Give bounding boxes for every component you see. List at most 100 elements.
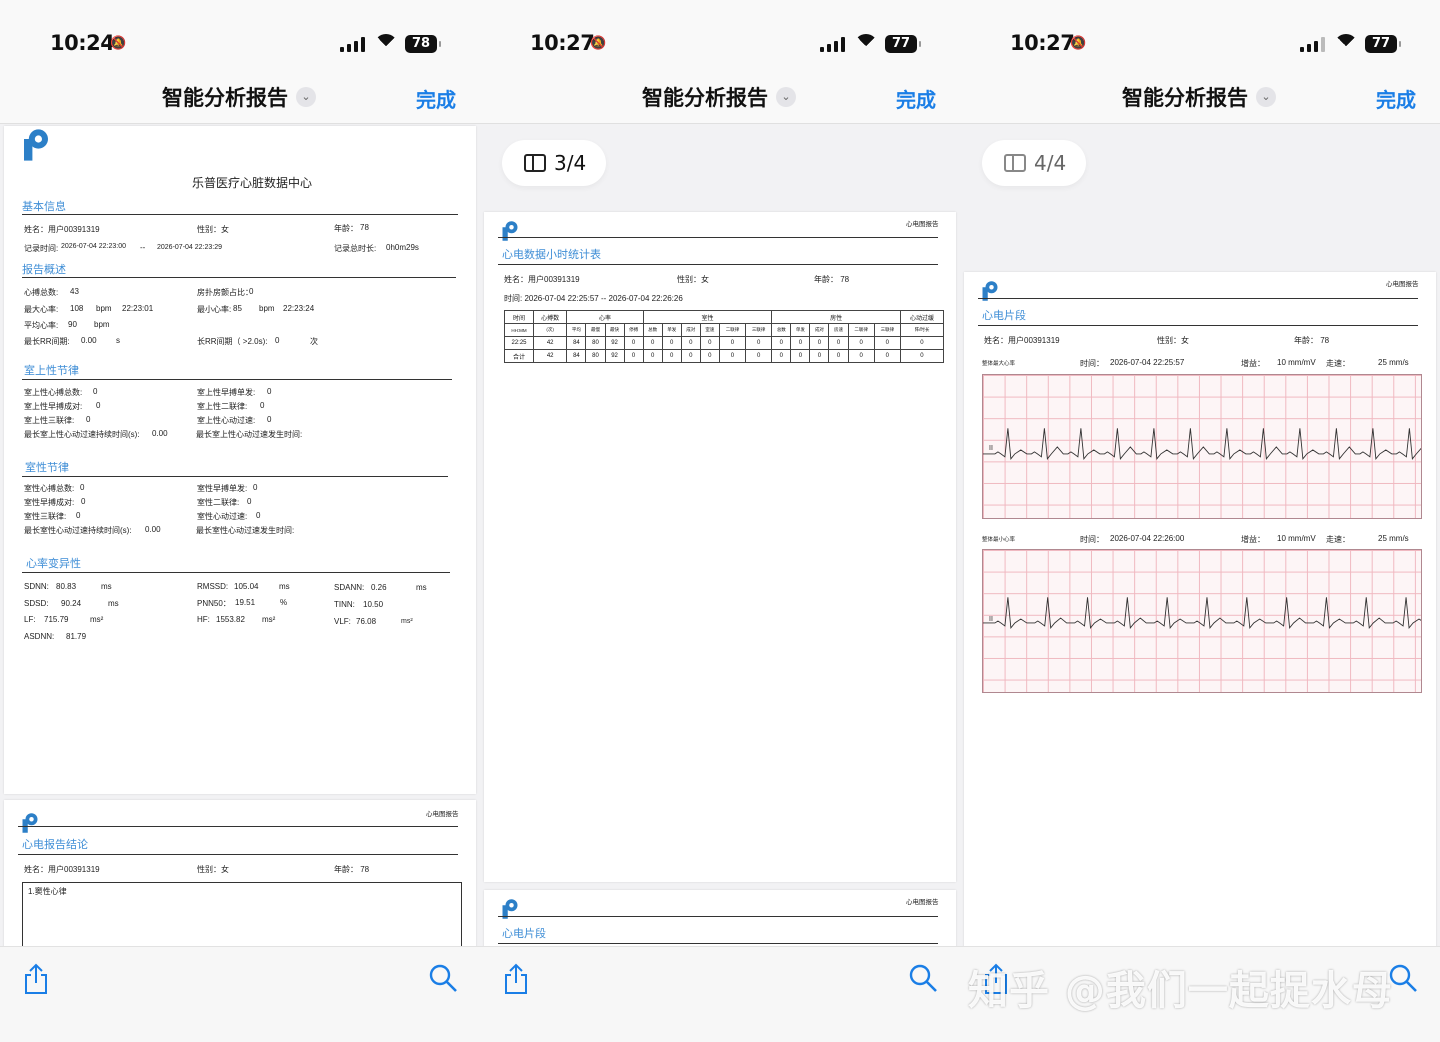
pnn50-unit: % bbox=[280, 598, 288, 607]
screen-1: 10:24 🔕 78 智能分析报告 ⌄ 完成 乐普医疗心脏数据中心 基本信息 姓… bbox=[0, 0, 480, 1042]
nav-bar: 智能分析报告 ⌄ 完成 bbox=[0, 70, 480, 124]
hf-label: HF: bbox=[197, 615, 210, 624]
done-button[interactable]: 完成 bbox=[1376, 84, 1416, 113]
strip-1-speed-label: 走速： bbox=[1326, 359, 1350, 368]
sv-a: 0 bbox=[93, 387, 98, 396]
af-label: 房扑房颤占比： bbox=[197, 288, 253, 297]
cellular-signal-icon bbox=[340, 37, 366, 52]
nav-bar: 智能分析报告 ⌄ 完成 bbox=[480, 70, 960, 124]
section-ecg-strips: 心电片段 bbox=[502, 927, 546, 940]
sv-d-label: 室上性二联律: bbox=[197, 402, 248, 411]
done-button[interactable]: 完成 bbox=[896, 84, 936, 113]
table-cell: 80 bbox=[585, 336, 606, 350]
search-icon[interactable] bbox=[908, 963, 938, 993]
nav-title[interactable]: 智能分析报告 bbox=[0, 82, 450, 112]
bell-slash-icon: 🔕 bbox=[1070, 36, 1087, 51]
table-cell: 84 bbox=[566, 336, 587, 350]
wifi-icon bbox=[854, 34, 878, 54]
tinn-label: TINN: bbox=[334, 600, 355, 609]
rmssd-value: 105.04 bbox=[234, 582, 259, 591]
done-button[interactable]: 完成 bbox=[416, 84, 456, 113]
table-subheader-cell: 二联律 bbox=[847, 323, 875, 337]
bottom-toolbar bbox=[0, 946, 480, 1042]
th-hr: 心率 bbox=[566, 310, 644, 324]
maxhr-time: 22:23:01 bbox=[122, 304, 154, 313]
table-cell: 0 bbox=[771, 349, 792, 363]
sv-g-label: 最长室上性心动过速持续时间(s): bbox=[24, 430, 140, 439]
status-time: 10:24 bbox=[50, 31, 115, 55]
chevron-down-icon[interactable]: ⌄ bbox=[296, 87, 316, 107]
report-page-4: 心电图报告 心电片段 姓名：用户00391319 性别：女 年龄： 78 整体最… bbox=[964, 272, 1436, 952]
cellular-signal-icon bbox=[820, 37, 846, 52]
patient-name: 姓名：用户00391319 bbox=[504, 275, 580, 284]
strip-1-label: 整体最大心率 bbox=[982, 361, 1016, 367]
table-subheader-cell: 最慢 bbox=[585, 323, 606, 337]
table-cell: 0 bbox=[718, 336, 747, 350]
table-cell: 80 bbox=[585, 349, 606, 363]
chevron-down-icon[interactable]: ⌄ bbox=[776, 87, 796, 107]
table-cell: 0 bbox=[828, 349, 849, 363]
th-atrial: 房性 bbox=[771, 310, 901, 324]
patient-gender: 性别：女 bbox=[197, 225, 229, 234]
status-time: 10:27 bbox=[1010, 31, 1075, 55]
battery-icon: 78 bbox=[405, 35, 441, 53]
patient-age: 年龄： 78 bbox=[814, 275, 850, 284]
maxhr-unit: bpm bbox=[96, 304, 112, 313]
table-cell: 0 bbox=[873, 336, 901, 350]
table-cell: 92 bbox=[604, 349, 625, 363]
strip-1-speed: 25 mm/s bbox=[1378, 358, 1409, 367]
lf-value: 715.79 bbox=[44, 615, 69, 624]
sdnn-unit: ms bbox=[101, 582, 112, 591]
patient-gender: 性别：女 bbox=[1157, 336, 1189, 345]
section-conclusion: 心电报告结论 bbox=[22, 838, 88, 851]
nav-title[interactable]: 智能分析报告 bbox=[480, 82, 930, 112]
table-cell: 0 bbox=[828, 336, 849, 350]
search-icon[interactable] bbox=[428, 963, 458, 993]
strip-1-gain-label: 增益： bbox=[1241, 359, 1265, 368]
table-header-row: 时间 心搏数 心率 室性 房性 心动过缓 bbox=[504, 310, 945, 324]
sv-c: 0 bbox=[96, 401, 101, 410]
age-label: 年龄： bbox=[334, 224, 358, 233]
record-total-label: 记录总时长: bbox=[334, 244, 377, 253]
bottom-toolbar bbox=[480, 946, 960, 1042]
af-value: 0 bbox=[249, 287, 254, 296]
minhr-label: 最小心率: bbox=[197, 305, 232, 314]
sdann-label: SDANN: bbox=[334, 583, 365, 592]
section-v: 室性节律 bbox=[25, 461, 69, 474]
share-icon[interactable] bbox=[502, 963, 530, 995]
share-icon[interactable] bbox=[22, 963, 50, 995]
nav-bar: 智能分析报告 ⌄ 完成 bbox=[960, 70, 1440, 124]
table-cell: 0 bbox=[680, 349, 701, 363]
rmssd-unit: ms bbox=[279, 582, 290, 591]
sdsd-unit: ms bbox=[108, 599, 119, 608]
table-subheader-cell: 房速 bbox=[828, 323, 849, 337]
table-subheader-cell: 三联律 bbox=[745, 323, 773, 337]
v-b: 0 bbox=[253, 483, 258, 492]
app-logo bbox=[22, 813, 38, 833]
sdann-value: 0.26 bbox=[371, 583, 387, 592]
section-summary: 报告概述 bbox=[22, 263, 66, 276]
minhr-value: 85 bbox=[233, 304, 242, 313]
nav-title[interactable]: 智能分析报告 bbox=[960, 82, 1410, 112]
strip-2-gain-label: 增益： bbox=[1241, 535, 1265, 544]
table-subheader-cell: 最快 bbox=[604, 323, 625, 337]
page-indicator[interactable]: 3/4 bbox=[502, 140, 606, 186]
chevron-down-icon[interactable]: ⌄ bbox=[1256, 87, 1276, 107]
table-row: 22:25 42 84 80 92 0 0 0 0 0 0 0 0 0 0 0 0 0 0 bbox=[504, 336, 945, 350]
sv-f-label: 室上性心动过速: bbox=[197, 416, 256, 425]
pnn50-label: PNN50： bbox=[197, 599, 231, 608]
beats-value: 43 bbox=[70, 287, 79, 296]
ecg-waveform bbox=[983, 428, 1421, 460]
table-subheader-cell: 总数 bbox=[642, 323, 663, 337]
wifi-icon bbox=[1334, 34, 1358, 54]
sv-d: 0 bbox=[260, 401, 265, 410]
table-cell: 0 bbox=[771, 336, 792, 350]
table-cell: 42 bbox=[532, 349, 568, 363]
table-cell: 0 bbox=[790, 349, 811, 363]
sv-b-label: 室上性早搏单发: bbox=[197, 388, 256, 397]
tinn-value: 10.50 bbox=[363, 600, 384, 609]
strip-2-gain: 10 mm/mV bbox=[1277, 534, 1316, 543]
pnn50-value: 19.51 bbox=[235, 598, 256, 607]
page-indicator[interactable]: 4/4 bbox=[982, 140, 1086, 186]
table-cell: 0 bbox=[809, 336, 830, 350]
